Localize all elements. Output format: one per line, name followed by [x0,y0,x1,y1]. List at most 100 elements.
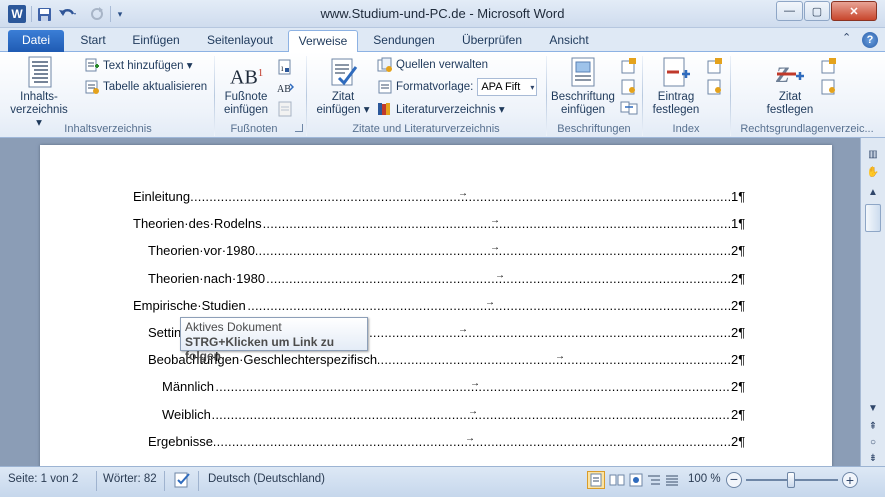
insert-endnote-icon[interactable]: ı [276,58,294,76]
tab-arrow-icon: → [470,378,480,390]
ruler-toggle-icon[interactable]: ▥ [864,146,882,162]
draft-view-icon[interactable] [664,472,680,488]
link-tooltip: Aktives Dokument STRG+Klicken um Link zu… [180,317,368,363]
next-footnote-icon[interactable]: AB [276,79,295,97]
zoom-slider-thumb[interactable] [787,472,795,488]
group-label-toc: Inhaltsverzeichnis [64,123,152,135]
toc-leader-dots: ........................................… [148,433,730,449]
toc-entry[interactable]: ........................................… [148,270,750,291]
toc-button[interactable]: Inhalts- verzeichnis ▾ [8,56,70,130]
mark-citation-label-2: festlegen [766,104,814,116]
caption-label-1: Beschriftung [551,91,615,103]
full-screen-reading-icon[interactable] [609,472,625,488]
toc-entry[interactable]: ........................................… [133,188,750,209]
tab-datei[interactable]: Datei [8,30,64,52]
tab-verweise[interactable]: Verweise [288,30,358,53]
toc-entry[interactable]: ........................................… [162,406,750,427]
text-cursor-icon: I [215,349,219,364]
hand-icon[interactable]: ✋ [864,164,882,180]
scroll-down-icon[interactable]: ▼ [864,400,882,416]
toc-leader-dots: ........................................… [162,379,730,395]
toc-page-number: 2¶ [730,352,746,368]
scroll-up-icon[interactable]: ▲ [864,184,882,200]
update-table-label: Tabelle aktualisieren [103,81,208,93]
tooltip-line-2: STRG+Klicken um Link zu folgen [185,335,335,363]
tab-sendungen[interactable]: Sendungen [364,30,444,52]
ribbon: Inhalts- verzeichnis ▾ Text hinzufügen ▾… [0,52,885,138]
group-label-citations: Zitate und Literaturverzeichnis [352,123,500,135]
maximize-button[interactable]: ▢ [804,1,830,21]
scroll-thumb[interactable] [865,204,881,232]
update-table-button[interactable]: Tabelle aktualisieren [84,78,207,96]
previous-page-icon[interactable]: ⇞ [864,418,882,434]
toc-entry-text: Weiblich [162,406,212,422]
help-icon[interactable]: ? [862,32,878,48]
tab-arrow-icon: → [465,432,475,444]
toc-entry[interactable]: ........................................… [133,215,750,236]
add-text-button[interactable]: Text hinzufügen ▾ [84,56,193,74]
update-index-icon[interactable] [706,78,724,96]
citation-label-1: Zitat [331,91,355,103]
mark-entry-button[interactable]: Eintrag festlegen [646,56,706,117]
browse-object-icon[interactable]: ○ [864,434,882,450]
mark-citation-button[interactable]: Z Zitat festlegen [760,56,820,117]
toc-leader-dots: ........................................… [162,406,730,422]
cross-reference-icon[interactable] [620,99,638,117]
document-page[interactable]: ........................................… [40,145,832,466]
vertical-scrollbar[interactable]: ▥ ✋ ▲ ▼ ⇞ ○ ⇟ [860,138,885,466]
zoom-in-button[interactable]: + [842,472,858,488]
title-bar: W ▾ www.Studium-und-PC.de - Microsoft Wo… [0,0,885,28]
bibliography-label: Literaturverzeichnis ▾ [396,104,505,116]
bibliography-button[interactable]: Literaturverzeichnis ▾ [377,100,505,118]
proofing-icon[interactable] [173,471,193,489]
toc-entry[interactable]: ........................................… [162,378,750,399]
language-indicator[interactable]: Deutsch (Deutschland) [208,473,325,485]
toc-entry[interactable]: ........................................… [148,432,750,454]
insert-table-of-authorities-icon[interactable] [820,57,838,75]
insert-table-of-figures-icon[interactable] [620,57,638,75]
show-notes-icon[interactable] [276,100,294,118]
tab-einfuegen[interactable]: Einfügen [122,30,190,52]
tab-start[interactable]: Start [70,30,116,52]
tab-ueberpruefen[interactable]: Überprüfen [452,30,532,52]
tab-ansicht[interactable]: Ansicht [540,30,598,52]
manage-sources-icon [377,57,392,72]
group-label-authorities: Rechtsgrundlagenverzeic... [740,123,874,135]
page-count[interactable]: Seite: 1 von 2 [8,473,78,485]
update-table-of-authorities-icon[interactable] [820,78,838,96]
zoom-level[interactable]: 100 % [688,473,721,485]
toc-entry-text: Männlich [162,379,216,395]
collapse-ribbon-icon[interactable]: ⌃ [842,31,856,49]
next-page-icon[interactable]: ⇟ [864,450,882,466]
manage-sources-button[interactable]: Quellen verwalten [377,56,488,74]
document-area[interactable]: ........................................… [0,138,860,466]
tab-arrow-icon: → [555,351,565,363]
toc-page-number: 1¶ [730,189,746,204]
insert-citation-button[interactable]: Zitat einfügen ▾ [312,56,374,117]
insert-footnote-button[interactable]: AB1 Fußnote einfügen [219,56,273,117]
outline-view-icon[interactable] [646,472,662,488]
minimize-button[interactable]: — [776,1,803,21]
toc-leader-dots: ........................................… [133,189,730,204]
toc-page-number: 2¶ [730,406,746,422]
toc-entry[interactable]: ........................................… [133,297,750,318]
insert-index-icon[interactable] [706,57,724,75]
tab-seitenlayout[interactable]: Seitenlayout [196,30,284,52]
insert-caption-button[interactable]: Beschriftung einfügen [548,56,618,117]
print-layout-icon[interactable] [587,471,605,489]
web-layout-icon[interactable] [628,472,644,488]
tab-arrow-icon: → [490,215,500,227]
close-button[interactable]: ✕ [831,1,877,21]
update-table-of-figures-icon[interactable] [620,78,638,96]
toc-entry[interactable]: ........................................… [148,242,750,263]
style-select[interactable]: APA Fift ▾ [477,78,538,96]
zoom-out-button[interactable]: − [726,472,742,488]
tab-arrow-icon: → [490,242,500,254]
word-count[interactable]: Wörter: 82 [103,473,157,485]
toc-entry-text: Empirische·Studien [133,297,247,313]
style-select-value: APA Fift [481,81,521,93]
footnotes-dialog-launcher[interactable] [295,124,303,132]
tab-arrow-icon: → [458,188,468,199]
toc-icon [23,56,55,88]
update-table-icon [85,80,99,94]
